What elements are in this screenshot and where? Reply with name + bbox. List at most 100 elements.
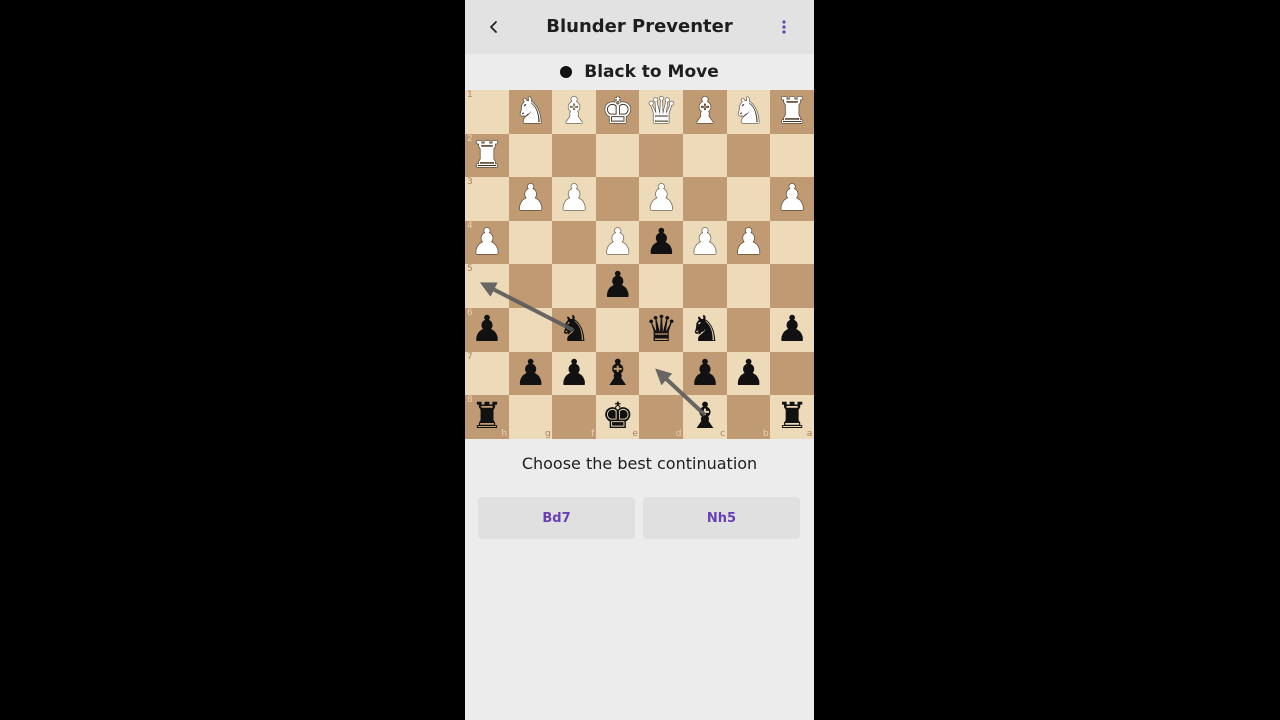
square-h3[interactable]: 3 — [465, 177, 510, 222]
black-pawn-icon[interactable]: ♟ — [552, 352, 596, 396]
square-a2[interactable] — [770, 133, 814, 178]
square-e8[interactable]: e ♚ — [595, 395, 640, 440]
square-c6[interactable]: ♞ — [683, 308, 728, 353]
choice-button-1[interactable]: Bd7 — [478, 497, 635, 539]
white-pawn-icon[interactable]: ♟ — [683, 221, 727, 265]
square-h8[interactable]: 8 h ♜ — [465, 395, 510, 440]
white-pawn-icon[interactable]: ♟ — [727, 221, 771, 265]
square-d6[interactable]: ♛ — [639, 308, 684, 353]
black-knight-icon[interactable]: ♞ — [683, 308, 727, 352]
square-e2[interactable] — [595, 133, 640, 178]
square-c7[interactable]: ♟ — [683, 351, 728, 396]
square-b3[interactable] — [726, 177, 771, 222]
square-b7[interactable]: ♟ — [726, 351, 771, 396]
black-pawn-icon[interactable]: ♟ — [727, 352, 771, 396]
square-g1[interactable]: ♞ — [508, 90, 553, 135]
black-bishop-icon[interactable]: ♝ — [596, 352, 640, 396]
square-a4[interactable] — [770, 220, 814, 265]
square-f7[interactable]: ♟ — [552, 351, 597, 396]
black-knight-icon[interactable]: ♞ — [552, 308, 596, 352]
square-g7[interactable]: ♟ — [508, 351, 553, 396]
square-c5[interactable] — [683, 264, 728, 309]
square-d5[interactable] — [639, 264, 684, 309]
square-f5[interactable] — [552, 264, 597, 309]
white-king-icon[interactable]: ♚ — [596, 90, 640, 134]
square-h5[interactable]: 5 — [465, 264, 510, 309]
square-h6[interactable]: 6 ♟ — [465, 308, 510, 353]
square-f6[interactable]: ♞ — [552, 308, 597, 353]
square-g3[interactable]: ♟ — [508, 177, 553, 222]
square-e6[interactable] — [595, 308, 640, 353]
square-d4[interactable]: ♟ — [639, 220, 684, 265]
white-pawn-icon[interactable]: ♟ — [596, 221, 640, 265]
square-h2[interactable]: 2 ♜ — [465, 133, 510, 178]
square-f2[interactable] — [552, 133, 597, 178]
square-c8[interactable]: c ♝ — [683, 395, 728, 440]
black-king-icon[interactable]: ♚ — [596, 395, 640, 439]
square-b5[interactable] — [726, 264, 771, 309]
black-bishop-icon[interactable]: ♝ — [683, 395, 727, 439]
white-bishop-icon[interactable]: ♝ — [683, 90, 727, 134]
square-g5[interactable] — [508, 264, 553, 309]
square-e1[interactable]: ♚ — [595, 90, 640, 135]
white-knight-icon[interactable]: ♞ — [727, 90, 771, 134]
square-e3[interactable] — [595, 177, 640, 222]
square-f3[interactable]: ♟ — [552, 177, 597, 222]
choice-button-2[interactable]: Nh5 — [643, 497, 800, 539]
white-pawn-icon[interactable]: ♟ — [639, 177, 683, 221]
square-c4[interactable]: ♟ — [683, 220, 728, 265]
more-options-button[interactable] — [773, 14, 795, 40]
white-pawn-icon[interactable]: ♟ — [509, 177, 553, 221]
square-a1[interactable]: ♜ — [770, 90, 814, 135]
square-h4[interactable]: 4 ♟ — [465, 220, 510, 265]
chess-board[interactable]: 1 ♞ ♝ ♚ ♛ ♝ ♞ ♜ 2 ♜ 3 ♟ ♟ ♟ ♟ 4 ♟ ♟ ♟ ♟ ♟ 5 ♟ 6 ♟ ♞ ♛ ♞ ♟ 7 ♟ ♟ ♝ ♟ ♟ 8 h ♜ g f… — [465, 90, 814, 440]
square-f1[interactable]: ♝ — [552, 90, 597, 135]
black-pawn-icon[interactable]: ♟ — [509, 352, 553, 396]
black-pawn-icon[interactable]: ♟ — [683, 352, 727, 396]
white-rook-icon[interactable]: ♜ — [770, 90, 814, 134]
square-b4[interactable]: ♟ — [726, 220, 771, 265]
black-queen-icon[interactable]: ♛ — [639, 308, 683, 352]
white-rook-icon[interactable]: ♜ — [465, 134, 509, 178]
square-b8[interactable]: b — [726, 395, 771, 440]
square-e4[interactable]: ♟ — [595, 220, 640, 265]
white-pawn-icon[interactable]: ♟ — [552, 177, 596, 221]
black-pawn-icon[interactable]: ♟ — [639, 221, 683, 265]
square-d7[interactable] — [639, 351, 684, 396]
white-bishop-icon[interactable]: ♝ — [552, 90, 596, 134]
square-c2[interactable] — [683, 133, 728, 178]
square-a7[interactable] — [770, 351, 814, 396]
square-d1[interactable]: ♛ — [639, 90, 684, 135]
square-g4[interactable] — [508, 220, 553, 265]
square-c3[interactable] — [683, 177, 728, 222]
square-f4[interactable] — [552, 220, 597, 265]
black-rook-icon[interactable]: ♜ — [770, 395, 814, 439]
white-knight-icon[interactable]: ♞ — [509, 90, 553, 134]
white-pawn-icon[interactable]: ♟ — [465, 221, 509, 265]
black-pawn-icon[interactable]: ♟ — [465, 308, 509, 352]
square-e5[interactable]: ♟ — [595, 264, 640, 309]
black-pawn-icon[interactable]: ♟ — [596, 264, 640, 308]
white-pawn-icon[interactable]: ♟ — [770, 177, 814, 221]
square-b6[interactable] — [726, 308, 771, 353]
square-a6[interactable]: ♟ — [770, 308, 814, 353]
square-h7[interactable]: 7 — [465, 351, 510, 396]
square-d2[interactable] — [639, 133, 684, 178]
square-d3[interactable]: ♟ — [639, 177, 684, 222]
black-rook-icon[interactable]: ♜ — [465, 395, 509, 439]
square-g2[interactable] — [508, 133, 553, 178]
square-d8[interactable]: d — [639, 395, 684, 440]
square-a5[interactable] — [770, 264, 814, 309]
square-h1[interactable]: 1 — [465, 90, 510, 135]
square-a8[interactable]: a ♜ — [770, 395, 814, 440]
black-pawn-icon[interactable]: ♟ — [770, 308, 814, 352]
square-f8[interactable]: f — [552, 395, 597, 440]
square-c1[interactable]: ♝ — [683, 90, 728, 135]
square-b1[interactable]: ♞ — [726, 90, 771, 135]
white-queen-icon[interactable]: ♛ — [639, 90, 683, 134]
square-a3[interactable]: ♟ — [770, 177, 814, 222]
square-g6[interactable] — [508, 308, 553, 353]
square-b2[interactable] — [726, 133, 771, 178]
square-g8[interactable]: g — [508, 395, 553, 440]
square-e7[interactable]: ♝ — [595, 351, 640, 396]
